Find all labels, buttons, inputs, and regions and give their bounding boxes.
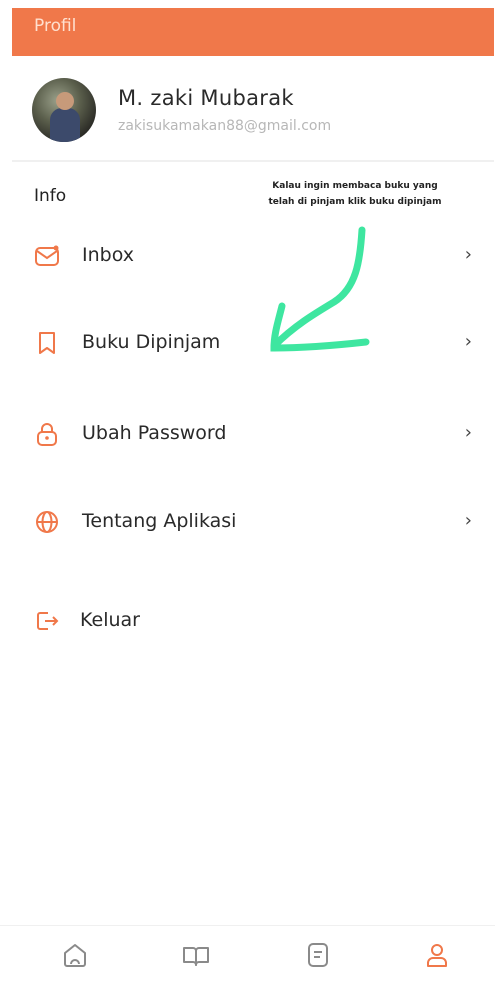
profile-name: M. zaki Mubarak	[118, 86, 294, 110]
chevron-right-icon: ›	[464, 244, 472, 265]
menu-item-tentang-aplikasi[interactable]: Tentang Aplikasi ›	[12, 497, 494, 547]
bottom-nav	[0, 925, 495, 984]
lock-icon	[37, 423, 57, 446]
annotation-line-2: telah di pinjam klik buku dipinjam	[268, 197, 442, 207]
menu-item-label: Ubah Password	[82, 422, 227, 444]
menu-item-keluar[interactable]: Keluar	[12, 596, 494, 646]
user-icon[interactable]	[422, 940, 452, 970]
menu-item-label: Buku Dipinjam	[82, 331, 221, 353]
profile-email: zakisukamakan88@gmail.com	[118, 118, 332, 134]
chevron-right-icon: ›	[464, 422, 472, 443]
book-open-icon[interactable]	[181, 940, 211, 970]
menu-item-label: Keluar	[80, 609, 140, 631]
mail-icon	[35, 245, 59, 266]
logout-icon	[37, 612, 59, 630]
menu-item-label: Inbox	[82, 244, 134, 266]
bookmark-icon	[39, 332, 55, 354]
menu-item-ubah-password[interactable]: Ubah Password ›	[12, 409, 494, 459]
section-title-info: Info	[34, 186, 67, 206]
profile-card[interactable]: M. zaki Mubarak zakisukamakan88@gmail.co…	[12, 60, 494, 162]
chevron-right-icon: ›	[464, 331, 472, 352]
annotation-note: Kalau ingin membaca buku yang telah di p…	[240, 178, 470, 210]
avatar	[32, 78, 96, 142]
chevron-right-icon: ›	[464, 510, 472, 531]
page-title: Profil	[34, 16, 77, 36]
globe-icon	[36, 511, 58, 533]
home-icon[interactable]	[60, 940, 90, 970]
document-icon[interactable]	[303, 940, 333, 970]
menu-item-label: Tentang Aplikasi	[82, 510, 237, 532]
annotation-line-1: Kalau ingin membaca buku yang	[272, 181, 438, 191]
menu-item-inbox[interactable]: Inbox ›	[12, 231, 494, 281]
app-header: Profil	[12, 8, 494, 56]
menu-item-buku-dipinjam[interactable]: Buku Dipinjam ›	[12, 318, 494, 368]
